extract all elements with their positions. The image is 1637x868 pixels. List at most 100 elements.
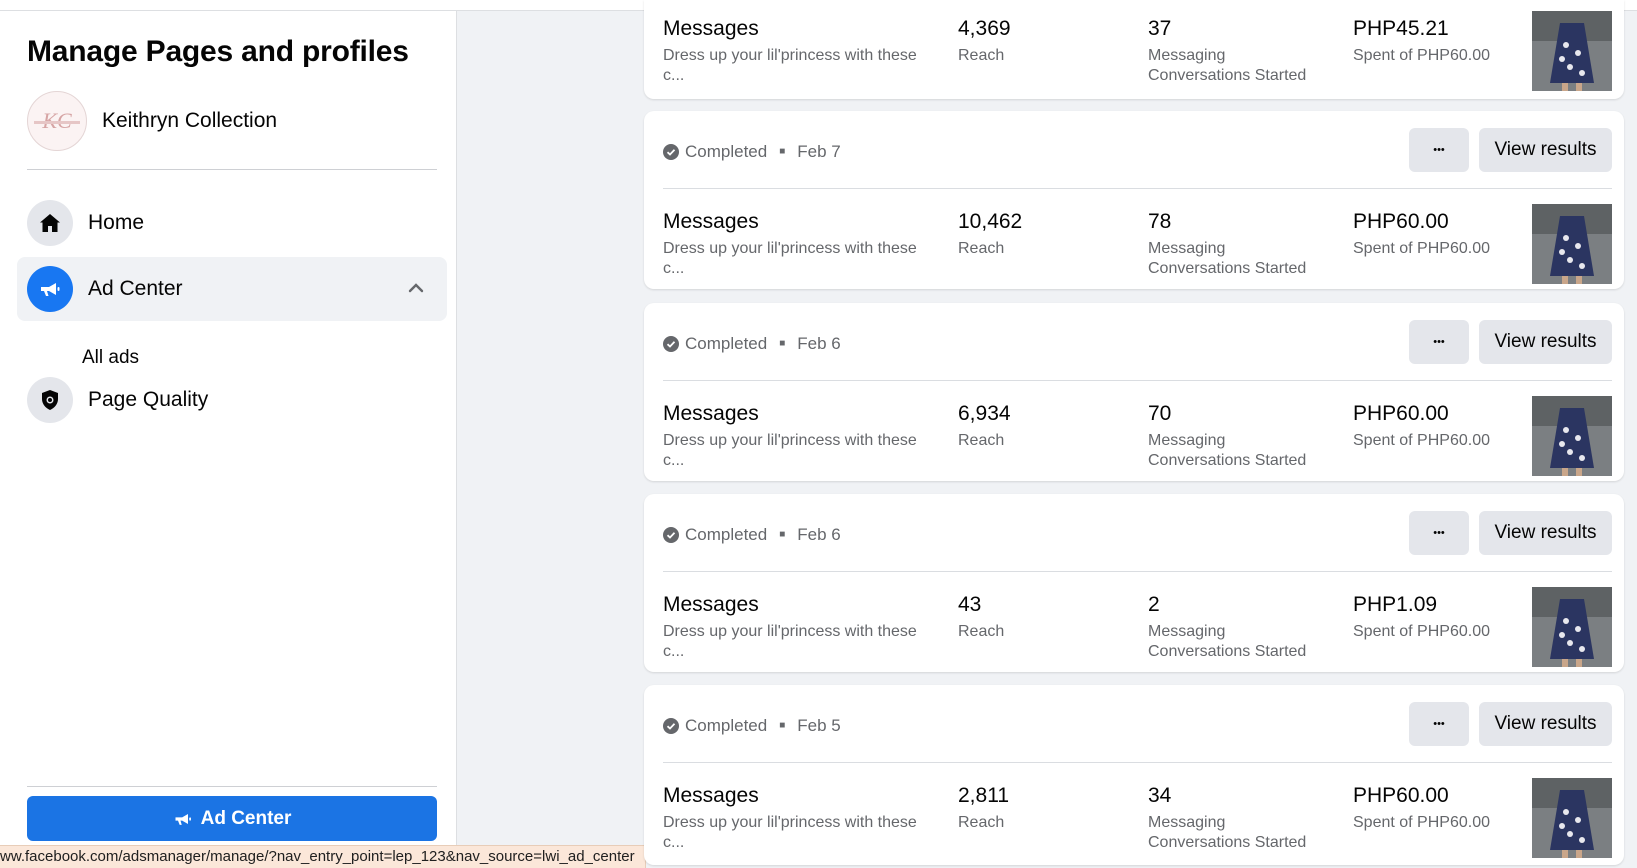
ad-results-value: 2 — [1148, 593, 1160, 616]
profile-switcher[interactable]: KC Keithryn Collection — [27, 91, 277, 151]
ad-budget-label: Spent of PHP60.00 — [1353, 432, 1490, 449]
ad-card-header: Completed ■ Feb 5 ••• View results — [663, 685, 1612, 763]
check-circle-icon — [663, 143, 679, 160]
ad-spend-cell: PHP60.00 Spent of PHP60.00 — [1353, 402, 1523, 451]
view-results-button[interactable]: View results — [1479, 510, 1612, 555]
ad-reach-label: Reach — [958, 432, 1005, 449]
ad-card-header: Completed ■ Feb 6 ••• View results — [663, 494, 1612, 572]
sidebar-item-ad-center[interactable]: Ad Center — [17, 257, 447, 321]
ad-metrics-row: Messages Dress up your lil'princess with… — [663, 396, 1612, 492]
ad-metrics-row: Messages Dress up your lil'princess with… — [663, 587, 1612, 683]
view-results-button[interactable]: View results — [1479, 127, 1612, 172]
ad-results-value: 34 — [1148, 784, 1172, 807]
more-options-button[interactable]: ••• — [1409, 319, 1469, 364]
more-options-label: ••• — [1433, 526, 1445, 539]
ad-description: Dress up your lil'princess with these c.… — [663, 814, 917, 851]
separator-dot: ■ — [779, 720, 786, 731]
profile-name: Keithryn Collection — [102, 109, 278, 132]
ad-results-cell: 70 Messaging Conversations Started — [1148, 402, 1328, 471]
view-results-button[interactable]: View results — [1479, 701, 1612, 746]
view-results-button[interactable]: View results — [1479, 319, 1612, 364]
ad-card-header: Completed ■ Feb 6 ••• View results — [663, 303, 1612, 381]
ad-reach-label: Reach — [958, 814, 1005, 831]
ad-results-cell: 34 Messaging Conversations Started — [1148, 784, 1328, 853]
sidebar-item-page-quality[interactable]: Page Quality — [17, 368, 447, 432]
ad-reach-cell: 2,811 Reach — [958, 784, 1128, 833]
link-status-bar: ww.facebook.com/adsmanager/manage/?nav_e… — [0, 845, 646, 868]
ad-spent-value: PHP60.00 — [1353, 402, 1449, 425]
ad-status: Completed ■ Feb 6 — [663, 334, 841, 354]
ad-results-label: Messaging Conversations Started — [1148, 813, 1328, 853]
ad-reach-label: Reach — [958, 47, 1005, 64]
separator-dot: ■ — [779, 146, 786, 157]
ad-spend-cell: PHP45.21 Spent of PHP60.00 — [1353, 17, 1523, 66]
ad-results-cell: 37 Messaging Conversations Started — [1148, 17, 1328, 86]
ad-card-actions: ••• View results — [1409, 701, 1612, 746]
ad-results-value: 78 — [1148, 210, 1172, 233]
more-options-button[interactable]: ••• — [1409, 701, 1469, 746]
ad-metrics-row: Messages Dress up your lil'princess with… — [663, 778, 1612, 868]
ad-description: Dress up your lil'princess with these c.… — [663, 623, 917, 660]
ad-status-text: Completed — [685, 141, 768, 161]
more-options-label: ••• — [1433, 143, 1445, 156]
separator-dot: ■ — [779, 529, 786, 540]
ad-objective-cell: Messages Dress up your lil'princess with… — [663, 784, 933, 853]
ad-results-label-line-1: Messaging — [1148, 814, 1226, 831]
chevron-up-icon[interactable] — [407, 279, 425, 302]
ad-card-actions: ••• View results — [1409, 319, 1612, 364]
ad-results-label: Messaging Conversations Started — [1148, 46, 1328, 86]
ad-description: Dress up your lil'princess with these c.… — [663, 432, 917, 469]
ad-budget-label: Spent of PHP60.00 — [1353, 240, 1490, 257]
ad-thumbnail[interactable] — [1532, 587, 1612, 667]
ad-spend-cell: PHP60.00 Spent of PHP60.00 — [1353, 210, 1523, 259]
ad-objective: Messages — [663, 402, 759, 425]
more-options-button[interactable]: ••• — [1409, 127, 1469, 172]
ad-card: Messages Dress up your lil'princess with… — [644, 0, 1624, 99]
separator-dot: ■ — [779, 338, 786, 349]
ad-results-label: Messaging Conversations Started — [1148, 431, 1328, 471]
ad-status: Completed ■ Feb 6 — [663, 525, 841, 545]
ad-description: Dress up your lil'princess with these c.… — [663, 47, 917, 84]
ad-reach-value: 2,811 — [958, 784, 1009, 807]
ad-objective-cell: Messages Dress up your lil'princess with… — [663, 593, 933, 662]
ad-card: Completed ■ Feb 5 ••• View results Messa… — [644, 685, 1624, 865]
ad-spent-value: PHP60.00 — [1353, 784, 1449, 807]
ad-thumbnail[interactable] — [1532, 396, 1612, 476]
ad-status: Completed ■ Feb 7 — [663, 142, 841, 162]
ad-reach-value: 43 — [958, 593, 982, 616]
sidebar-item-label: Ad Center — [88, 277, 183, 300]
ad-status-text: Completed — [685, 715, 768, 735]
ad-status-text: Completed — [685, 333, 768, 353]
sidebar-subitem-all-ads[interactable]: All ads — [82, 347, 139, 369]
ad-results-label-line-2: Conversations Started — [1148, 452, 1307, 469]
ad-status: Completed ■ Feb 5 — [663, 716, 841, 736]
sidebar-item-home[interactable]: Home — [17, 191, 447, 255]
ad-card-header: Completed ■ Feb 7 ••• View results — [663, 111, 1612, 189]
ad-status-text: Completed — [685, 524, 768, 544]
more-options-label: ••• — [1433, 717, 1445, 730]
ad-card-actions: ••• View results — [1409, 510, 1612, 555]
ad-thumbnail[interactable] — [1532, 204, 1612, 284]
ad-reach-cell: 4,369 Reach — [958, 17, 1128, 66]
ad-objective: Messages — [663, 593, 759, 616]
ad-card: Completed ■ Feb 6 ••• View results Messa… — [644, 494, 1624, 672]
ad-reach-value: 10,462 — [958, 210, 1023, 233]
ad-spend-cell: PHP60.00 Spent of PHP60.00 — [1353, 784, 1523, 833]
ad-results-label-line-1: Messaging — [1148, 240, 1226, 257]
ad-results-label-line-1: Messaging — [1148, 623, 1226, 640]
ad-objective: Messages — [663, 784, 759, 807]
ad-center-button[interactable]: Ad Center — [27, 796, 437, 841]
ad-reach-value: 4,369 — [958, 17, 1011, 40]
ad-card: Completed ■ Feb 6 ••• View results Messa… — [644, 303, 1624, 481]
shield-icon — [27, 377, 73, 423]
sidebar-item-label: Home — [88, 211, 145, 234]
ad-thumbnail[interactable] — [1532, 778, 1612, 858]
more-options-button[interactable]: ••• — [1409, 510, 1469, 555]
more-options-label: ••• — [1433, 335, 1445, 348]
ad-metrics-row: Messages Dress up your lil'princess with… — [663, 11, 1612, 107]
megaphone-icon — [175, 813, 191, 825]
ad-description: Dress up your lil'princess with these c.… — [663, 240, 917, 277]
ad-thumbnail[interactable] — [1532, 11, 1612, 91]
ad-card-actions: ••• View results — [1409, 127, 1612, 172]
ad-objective-cell: Messages Dress up your lil'princess with… — [663, 17, 933, 86]
